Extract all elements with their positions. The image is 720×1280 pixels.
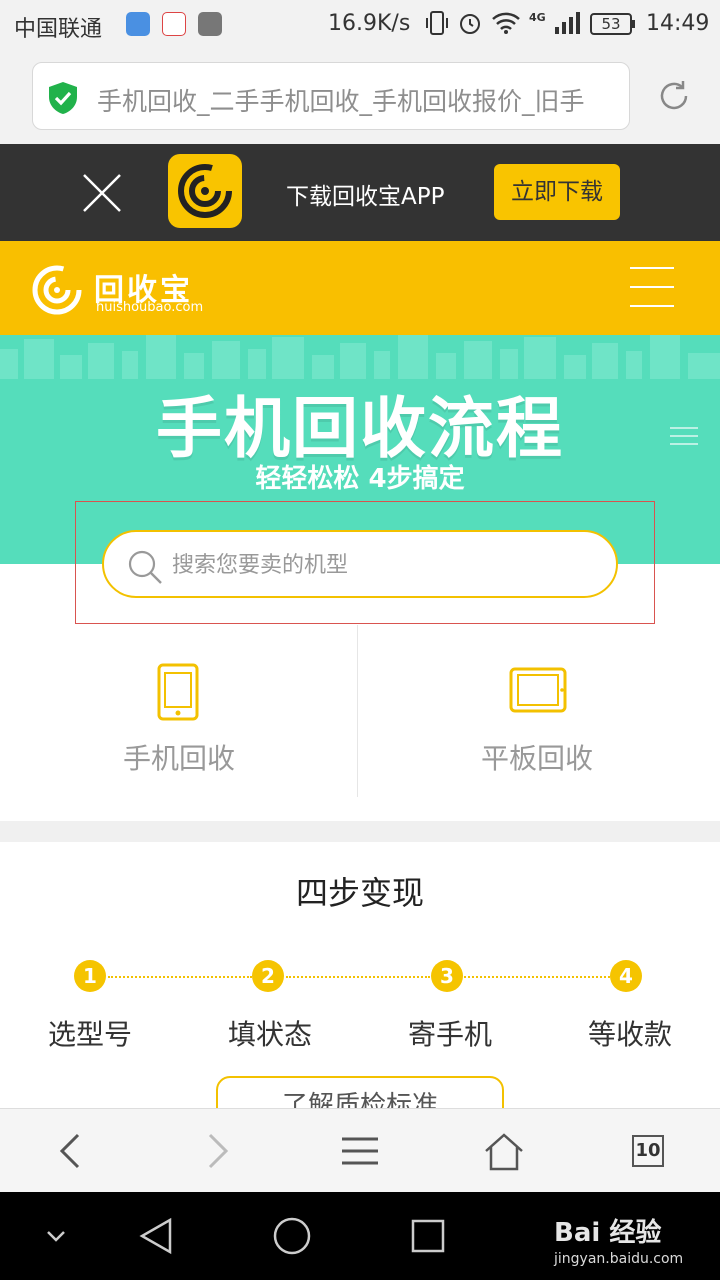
baidu-watermark: Bai 经验 jingyan.baidu.com: [554, 1212, 683, 1267]
category-phone-label: 手机回收: [122, 742, 235, 775]
category-divider: [357, 625, 358, 797]
category-phone[interactable]: 手机回收: [0, 625, 358, 821]
tabs-count-button[interactable]: 10: [632, 1135, 664, 1167]
vibrate-icon: [426, 11, 448, 35]
section-separator: [0, 821, 720, 842]
download-now-button[interactable]: 立即下载: [494, 164, 620, 220]
step-label-1: 选型号: [47, 1018, 132, 1051]
step-number-4: 4: [610, 960, 642, 992]
tablet-icon: [509, 667, 567, 713]
category-tablet-label: 平板回收: [480, 742, 593, 775]
step-connector: [286, 976, 430, 978]
step-number-1: 1: [74, 960, 106, 992]
city-skyline-decoration: [0, 335, 720, 379]
watermark-main: Bai 经验: [554, 1218, 662, 1248]
recents-square-icon[interactable]: [408, 1216, 448, 1256]
search-icon: [128, 550, 162, 584]
carrier-name: 中国联通: [14, 17, 103, 42]
gallery-app-icon: [198, 12, 222, 36]
back-triangle-icon[interactable]: [136, 1216, 176, 1256]
wifi-icon: [492, 12, 520, 34]
step-number-3: 3: [431, 960, 463, 992]
browser-toolbar: 10: [0, 1108, 720, 1192]
alarm-icon: [460, 14, 480, 34]
app-logo-icon: [168, 154, 242, 228]
search-bar[interactable]: [102, 530, 618, 598]
category-tablet[interactable]: 平板回收: [358, 625, 716, 821]
hero-title: 手机回收流程: [156, 390, 564, 467]
reload-icon[interactable]: [656, 78, 692, 114]
brand-logo-icon[interactable]: [30, 263, 84, 317]
home-circle-icon[interactable]: [272, 1216, 312, 1256]
home-icon[interactable]: [482, 1131, 526, 1171]
bank-app-icon: [162, 12, 186, 36]
hero-menu-decoration: [670, 427, 698, 451]
shield-app-icon: [126, 12, 150, 36]
search-input[interactable]: [172, 546, 592, 584]
watermark-sub: jingyan.baidu.com: [554, 1251, 684, 1267]
step-label-3: 寄手机: [407, 1018, 492, 1051]
signal-icon: [554, 12, 580, 34]
step-label-4: 等收款: [587, 1018, 672, 1051]
url-field[interactable]: 手机回收_二手手机回收_手机回收报价_旧手: [32, 62, 630, 130]
brand-domain: huishoubao.com: [96, 300, 204, 315]
battery-icon: 53: [590, 13, 635, 35]
phone-icon: [157, 663, 199, 721]
status-icons: 4G: [425, 10, 580, 36]
screen: 中国联通 16.9K/s 4G 53 14:49 手机回收_二手手机回收_手机回…: [0, 0, 720, 1280]
site-header: 回收宝 huishoubao.com: [0, 241, 720, 335]
forward-icon[interactable]: [194, 1131, 238, 1171]
page-url-title: 手机回收_二手手机回收_手机回收报价_旧手: [97, 87, 585, 116]
net-speed: 16.9K/s: [328, 11, 411, 36]
status-bar: 中国联通 16.9K/s 4G 53 14:49: [0, 0, 720, 50]
download-banner-text: 下载回收宝APP: [286, 184, 445, 210]
hamburger-menu-icon[interactable]: [630, 267, 674, 307]
network-type: 4G: [529, 10, 546, 24]
download-banner: 下载回收宝APP 立即下载: [0, 144, 720, 241]
step-connector: [464, 976, 610, 978]
chevron-down-icon[interactable]: [36, 1216, 76, 1256]
menu-icon[interactable]: [338, 1131, 382, 1171]
step-number-2: 2: [252, 960, 284, 992]
close-icon[interactable]: [80, 171, 124, 215]
clock: 14:49: [646, 11, 710, 36]
steps-title: 四步变现: [295, 874, 424, 912]
back-icon[interactable]: [50, 1131, 94, 1171]
step-connector: [108, 976, 252, 978]
secure-shield-icon: [49, 82, 77, 114]
category-panel: 手机回收 平板回收: [0, 625, 720, 821]
step-label-2: 填状态: [227, 1018, 312, 1051]
address-bar: 手机回收_二手手机回收_手机回收报价_旧手: [0, 50, 720, 144]
hero-subtitle: 轻轻松松 4步搞定: [255, 464, 465, 494]
